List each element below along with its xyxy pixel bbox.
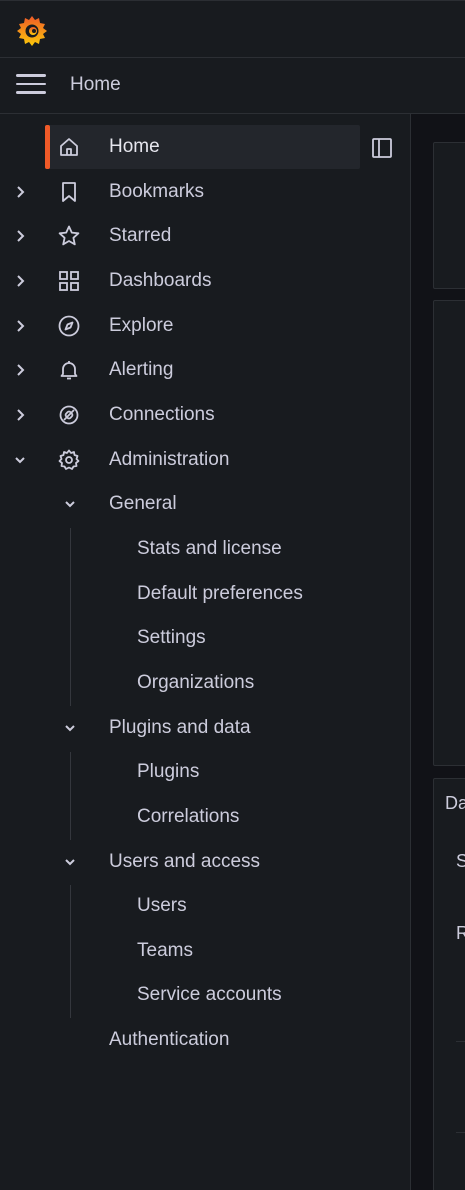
apps-icon: [57, 269, 81, 293]
panel: Da S R: [433, 778, 465, 1190]
nav-label-plugins: Plugins: [137, 761, 200, 782]
main-content: Da S R: [411, 114, 465, 1190]
chevron-right-icon[interactable]: [10, 316, 30, 336]
bell-icon: [57, 358, 81, 382]
nav-item-authentication[interactable]: Authentication: [0, 1018, 411, 1062]
chevron-right-icon[interactable]: [10, 405, 30, 425]
nav-item-plugins[interactable]: Plugins: [0, 750, 411, 794]
nav-item-explore[interactable]: Explore: [0, 304, 411, 348]
nav-item-default-preferences[interactable]: Default preferences: [0, 572, 411, 616]
nav-label-default-preferences: Default preferences: [137, 583, 303, 604]
nav-item-plugins-data[interactable]: Plugins and data: [0, 706, 411, 750]
mega-menu-sidebar: Home Bookmarks Starred Dashboards Explor…: [0, 114, 411, 1190]
nav-label-home: Home: [109, 136, 160, 157]
panel-row-text: R: [456, 923, 465, 943]
nav-item-connections[interactable]: Connections: [0, 393, 411, 437]
nav-label-starred: Starred: [109, 225, 172, 246]
bookmark-icon: [57, 180, 81, 204]
nav-item-teams[interactable]: Teams: [0, 929, 411, 973]
chevron-down-icon[interactable]: [10, 450, 30, 470]
nav-label-connections: Connections: [109, 404, 215, 425]
divider: [456, 1132, 465, 1133]
plug-icon: [57, 403, 81, 427]
panel: [433, 142, 465, 289]
panel: [433, 300, 465, 766]
compass-icon: [57, 314, 81, 338]
chevron-right-icon[interactable]: [10, 360, 30, 380]
gear-icon: [57, 448, 81, 472]
home-icon: [57, 135, 81, 159]
nav-label-bookmarks: Bookmarks: [109, 181, 205, 202]
panel-title: Da: [445, 793, 465, 813]
nav-label-alerting: Alerting: [109, 359, 174, 380]
panel-row-text: S: [456, 851, 465, 871]
nav-label-users: Users: [137, 895, 187, 916]
active-indicator: [45, 125, 50, 169]
nav-label-settings: Settings: [137, 627, 206, 648]
nav-label-dashboards: Dashboards: [109, 270, 212, 291]
chevron-right-icon[interactable]: [10, 226, 30, 246]
grafana-logo-icon[interactable]: [16, 14, 48, 46]
divider: [456, 1041, 465, 1042]
nav-item-home[interactable]: Home: [45, 125, 360, 169]
nav-label-users-access: Users and access: [109, 851, 261, 872]
nav-label-service-accounts: Service accounts: [137, 984, 282, 1005]
nav-label-administration: Administration: [109, 449, 230, 470]
nav-item-alerting[interactable]: Alerting: [0, 348, 411, 392]
nav-label-teams: Teams: [137, 940, 193, 961]
chevron-right-icon[interactable]: [10, 271, 30, 291]
top-bar: [0, 0, 465, 58]
chevron-right-icon[interactable]: [10, 182, 30, 202]
star-icon: [57, 224, 81, 248]
nav-item-general[interactable]: General: [0, 482, 411, 526]
nav-label-authentication: Authentication: [109, 1029, 230, 1050]
nav-item-service-accounts[interactable]: Service accounts: [0, 973, 411, 1017]
chevron-down-icon[interactable]: [60, 494, 80, 514]
nav-item-organizations[interactable]: Organizations: [0, 661, 411, 705]
nav-label-correlations: Correlations: [137, 806, 240, 827]
nav-item-dashboards[interactable]: Dashboards: [0, 259, 411, 303]
chevron-down-icon[interactable]: [60, 718, 80, 738]
nav-label-organizations: Organizations: [137, 672, 255, 693]
nav-item-starred[interactable]: Starred: [0, 214, 411, 258]
nav-item-administration[interactable]: Administration: [0, 438, 411, 482]
hamburger-icon[interactable]: [16, 74, 46, 98]
nav-item-bookmarks[interactable]: Bookmarks: [0, 170, 411, 214]
nav-label-plugins-data: Plugins and data: [109, 717, 251, 738]
chevron-down-icon[interactable]: [60, 852, 80, 872]
nav-item-correlations[interactable]: Correlations: [0, 795, 411, 839]
nav-item-users[interactable]: Users: [0, 884, 411, 928]
nav-label-general: General: [109, 493, 177, 514]
nav-item-settings[interactable]: Settings: [0, 616, 411, 660]
nav-label-explore: Explore: [109, 315, 174, 336]
dock-icon[interactable]: [370, 136, 394, 160]
breadcrumb-bar: Home: [0, 58, 465, 114]
nav-label-stats-license: Stats and license: [137, 538, 282, 559]
nav-item-stats-license[interactable]: Stats and license: [0, 527, 411, 571]
nav-item-users-access[interactable]: Users and access: [0, 840, 411, 884]
breadcrumb-home[interactable]: Home: [70, 74, 121, 96]
